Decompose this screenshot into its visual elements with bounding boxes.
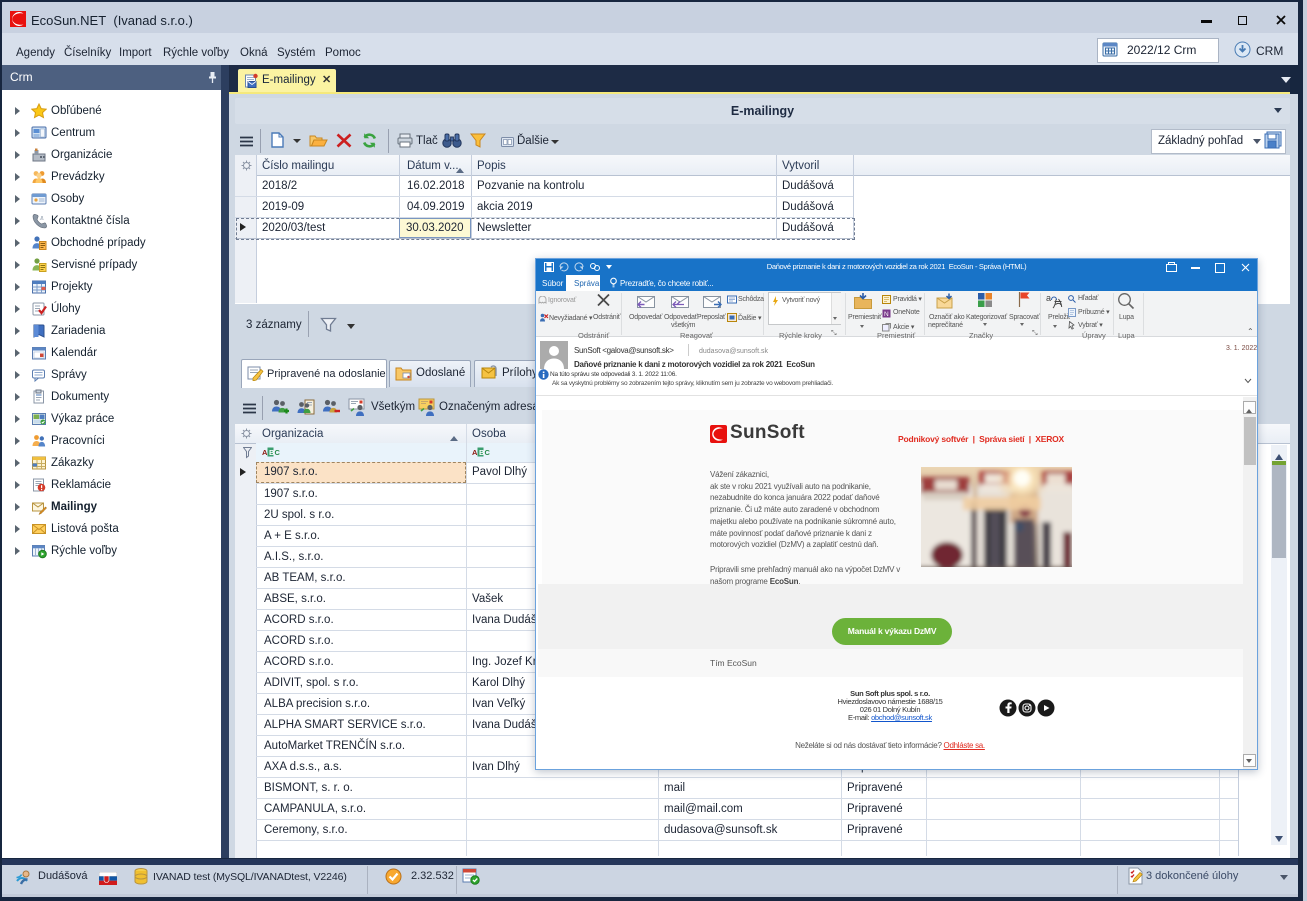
svg-text:C: C (275, 448, 281, 457)
svg-text:C: C (485, 448, 491, 457)
svg-text:a: a (1046, 293, 1051, 303)
svg-text:A: A (472, 448, 478, 457)
svg-text:A: A (262, 448, 268, 457)
svg-text:N: N (884, 311, 889, 318)
